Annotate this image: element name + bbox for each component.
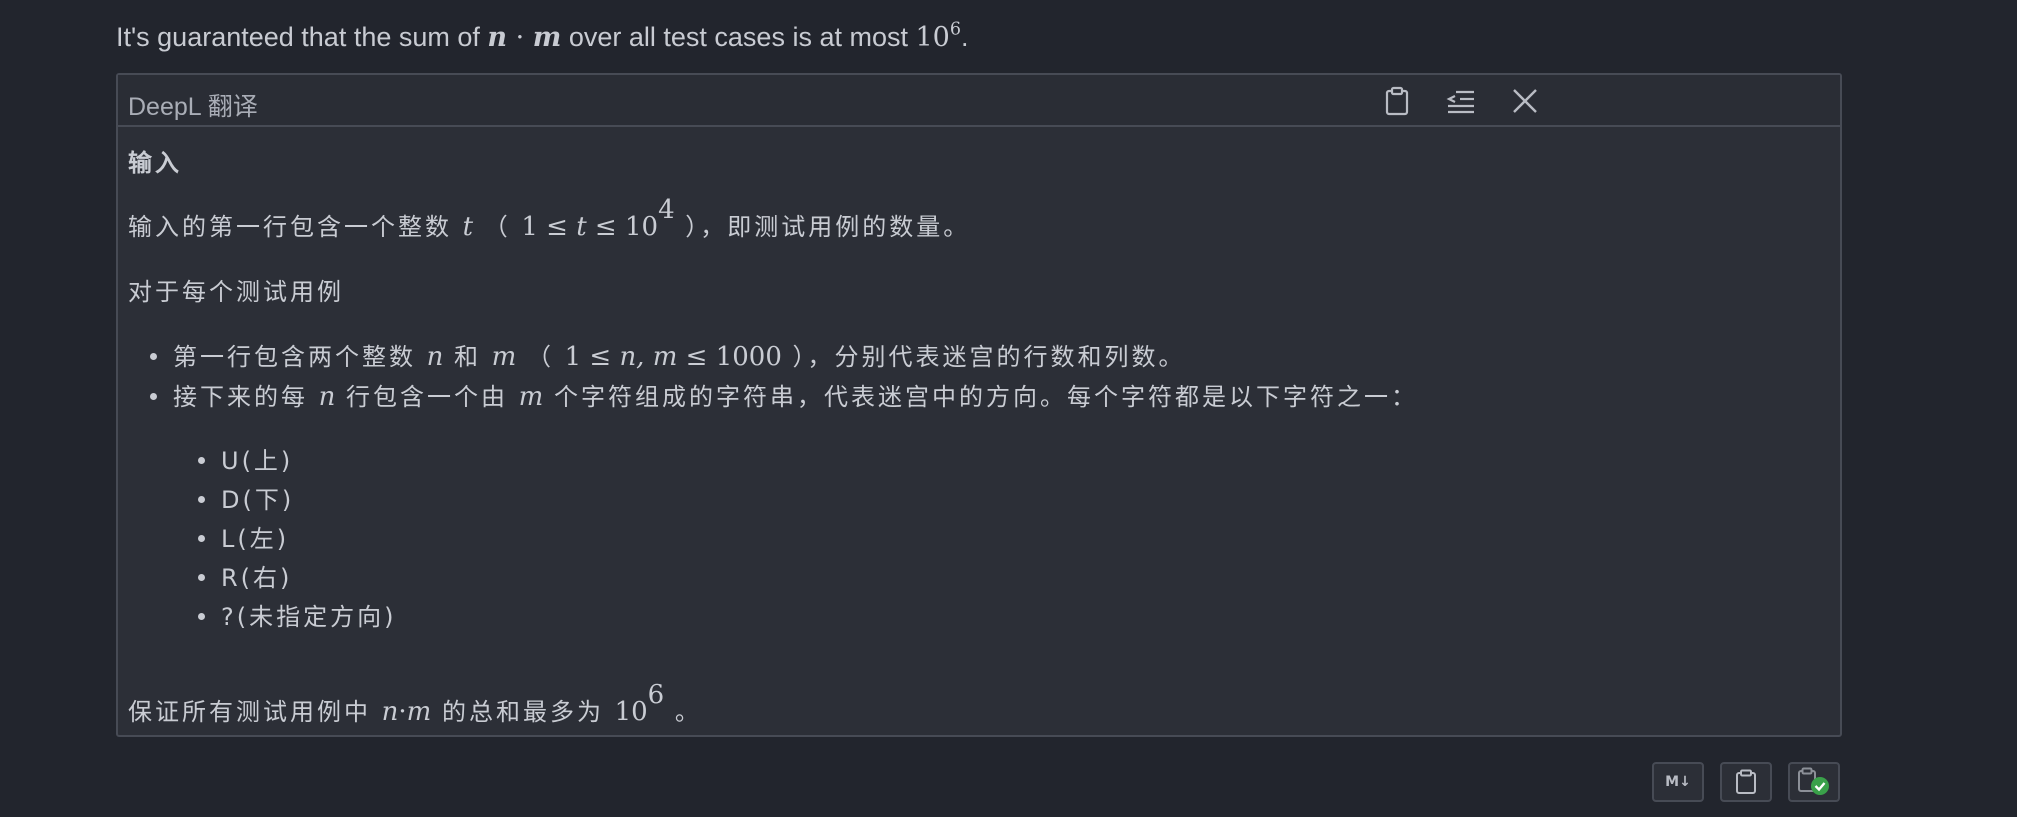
b1-text-b: 和 xyxy=(443,343,492,371)
math-m: m xyxy=(491,342,517,372)
math-m: m xyxy=(532,22,562,53)
math-n: n xyxy=(426,342,444,372)
math-t: t xyxy=(462,212,474,242)
math-range-start: 1 ≤ xyxy=(521,212,577,242)
sub-list-item: R(右) xyxy=(198,558,292,593)
direction-down: D(下) xyxy=(221,486,295,514)
math-range-end: ≤ 10 xyxy=(586,212,659,242)
section-heading: 输入 xyxy=(128,149,182,177)
b2-text-c: 个字符组成的字符串，代表迷宫中的方向。每个字符都是以下字符之一： xyxy=(543,383,1418,411)
math-range-start: 1 ≤ xyxy=(564,342,620,372)
p3-text-a: 保证所有测试用例中 xyxy=(128,698,382,726)
clipboard-icon xyxy=(1385,86,1409,116)
panel-title: DeepL 翻译 xyxy=(128,93,258,121)
markdown-icon: M↓ xyxy=(1665,774,1691,790)
math-dot: · xyxy=(398,697,407,727)
statement-prefix: It's guaranteed that the sum of xyxy=(116,22,488,52)
translation-content: 输入 输入的第一行包含一个整数 t （ 1 ≤ t ≤ 104 ），即测试用例的… xyxy=(128,127,1830,735)
bullet-dot xyxy=(198,573,205,581)
paragraph-guarantee: 保证所有测试用例中 n·m 的总和最多为 106 。 xyxy=(128,682,702,727)
math-t-inline: t xyxy=(576,212,587,242)
sub-list-item: L(左) xyxy=(198,519,289,554)
sub-list-item: D(下) xyxy=(198,480,294,515)
direction-unspecified: ?(未指定方向) xyxy=(221,603,397,631)
b2-text-a: 接下来的每 xyxy=(173,383,319,411)
math-exponent: 6 xyxy=(949,19,961,40)
math-m: m xyxy=(406,697,432,727)
outdent-icon xyxy=(1446,90,1474,114)
clipboard-icon xyxy=(1736,769,1756,794)
p1-text-a: 输入的第一行包含一个整数 xyxy=(128,213,463,241)
b1-text-d: ），分别代表迷宫的行数和列数。 xyxy=(781,343,1186,371)
math-n: n xyxy=(318,382,336,412)
math-n: n xyxy=(487,22,508,53)
math-nm: n, m xyxy=(619,342,678,372)
paragraph-test-count: 输入的第一行包含一个整数 t （ 1 ≤ t ≤ 104 ），即测试用例的数量。 xyxy=(128,197,971,242)
close-button[interactable] xyxy=(1506,82,1544,120)
p3-text-c: 。 xyxy=(664,698,702,726)
p1-text-c: ），即测试用例的数量。 xyxy=(674,213,971,241)
statement-middle: over all test cases is at most xyxy=(561,22,916,52)
bullet-dot xyxy=(198,456,205,464)
close-icon xyxy=(1513,89,1537,113)
b2-text-b: 行包含一个由 xyxy=(335,383,519,411)
panel-header: DeepL 翻译 xyxy=(118,75,1840,127)
deepl-translation-panel: DeepL 翻译 输入 输入的第一行包含一个整数 t （ 1 ≤ t ≤ 104… xyxy=(116,73,1842,737)
bullet-dot xyxy=(198,534,205,542)
direction-right: R(右) xyxy=(221,564,293,592)
p1-text-b: （ xyxy=(473,213,522,241)
math-dot: · xyxy=(507,22,533,53)
original-statement-line: It's guaranteed that the sum of n · m ov… xyxy=(116,19,969,53)
math-exponent: 6 xyxy=(647,680,665,711)
direction-up: U(上) xyxy=(221,447,294,475)
bullet-dot xyxy=(150,352,157,360)
b1-text-c: （ xyxy=(516,343,565,371)
math-range-end: ≤ 1000 xyxy=(677,342,782,372)
copy-button[interactable] xyxy=(1720,762,1772,802)
list-item: 第一行包含两个整数 n 和 m （ 1 ≤ n, m ≤ 1000 ），分别代表… xyxy=(150,337,1186,372)
p3-text-b: 的总和最多为 xyxy=(431,698,615,726)
list-item: 接下来的每 n 行包含一个由 m 个字符组成的字符串，代表迷宫中的方向。每个字符… xyxy=(150,377,1418,412)
bullet-dot xyxy=(198,495,205,503)
copy-check-icon xyxy=(1798,767,1829,795)
paragraph-per-test: 对于每个测试用例 xyxy=(128,278,344,306)
math-n: n xyxy=(381,697,399,727)
statement-suffix: . xyxy=(961,22,969,52)
direction-left: L(左) xyxy=(221,525,290,553)
sub-list-item: U(上) xyxy=(198,441,293,476)
math-m: m xyxy=(518,382,544,412)
bullet-dot xyxy=(198,612,205,620)
math-exponent: 4 xyxy=(658,195,675,226)
bullet-dot xyxy=(150,392,157,400)
math-base: 10 xyxy=(614,697,648,727)
math-base: 10 xyxy=(915,22,950,53)
indent-toggle-button[interactable] xyxy=(1442,82,1480,120)
copy-success-button[interactable] xyxy=(1788,762,1840,802)
b1-text-a: 第一行包含两个整数 xyxy=(173,343,427,371)
copy-button[interactable] xyxy=(1378,82,1416,120)
markdown-button[interactable]: M↓ xyxy=(1652,762,1704,802)
sub-list-item: ?(未指定方向) xyxy=(198,597,396,632)
